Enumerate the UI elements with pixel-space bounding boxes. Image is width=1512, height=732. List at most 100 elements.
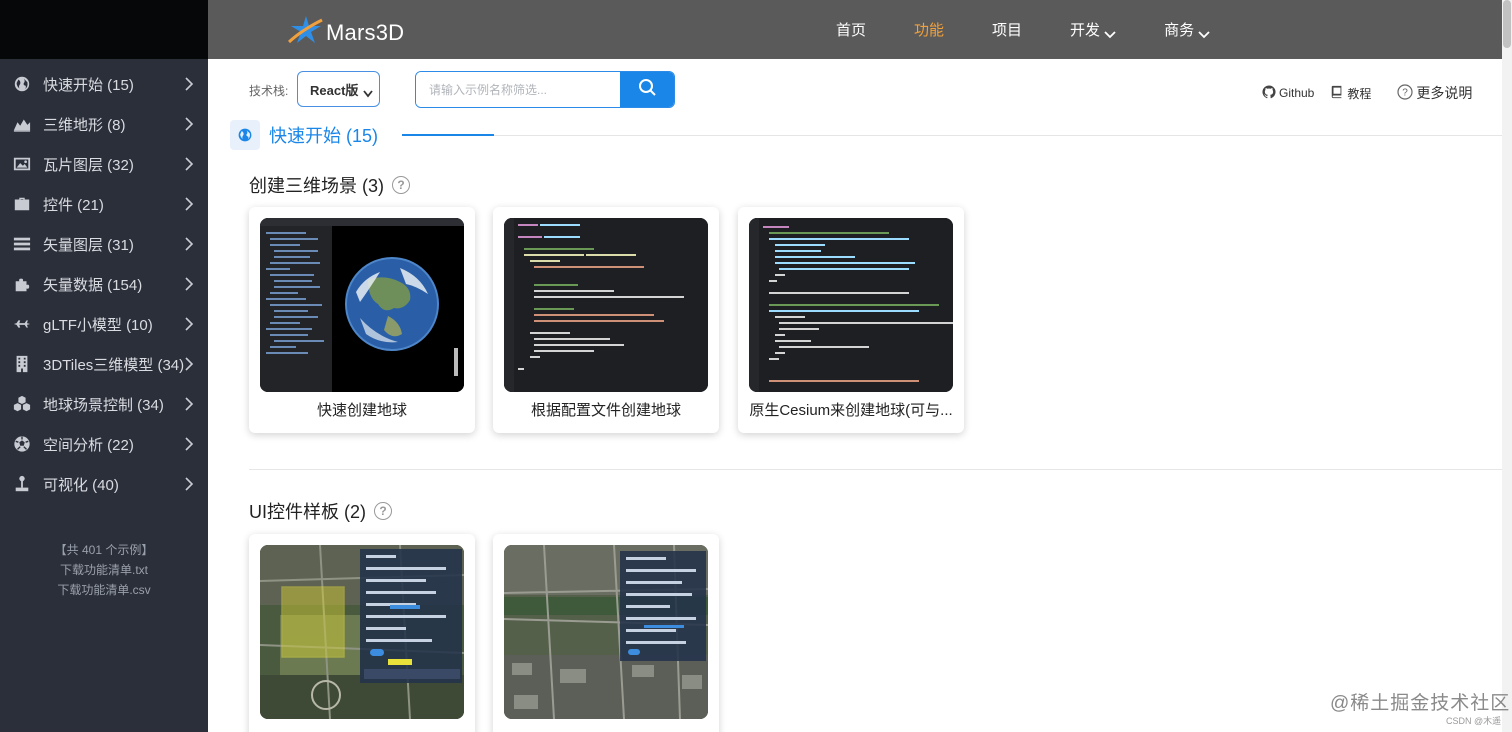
nav-business[interactable]: 商务 [1164,19,1210,40]
main-nav: 首页 功能 项目 开发 商务 [836,0,1258,59]
question-circle-icon: ? [1397,83,1416,103]
tutorial-link[interactable]: 教程 [1330,85,1371,102]
card-label: 根据配置文件创建地球 [530,402,681,419]
example-card[interactable]: 根据配置文件创建地球 [493,207,719,433]
sidebar-item-label: 快速开始 (15) [43,76,134,94]
github-link[interactable]: Github [1262,84,1315,102]
chevron-down-icon [1198,26,1210,38]
map-thumbnail [260,545,464,719]
group-title-text: 创建三维场景 (3) [249,176,384,196]
sidebar-item-terrain[interactable]: 三维地形 (8) [0,104,208,144]
sidebar-item-label: 空间分析 (22) [43,436,134,454]
github-icon [1262,84,1279,102]
chevron-right-icon [182,316,196,332]
group-title: 创建三维场景 (3) ? [249,172,410,198]
sidebar-header [0,0,208,59]
sidebar-item-3dtiles-models[interactable]: 3DTiles三维模型 (34) [0,344,208,384]
download-txt-link[interactable]: 下载功能清单.txt [0,560,208,580]
example-card[interactable] [493,534,719,732]
example-count: 【共 401 个示例】 [54,543,154,557]
nav-label: 功能 [914,22,945,39]
tech-stack-select[interactable]: React版 [297,71,380,107]
code-thumbnail [504,218,708,392]
sidebar-item-label: 三维地形 (8) [43,116,126,134]
tech-stack-label: 技术栈: [249,84,289,98]
watermark-small: CSDN @木遥 [1446,716,1502,726]
scrollbar-thumb[interactable] [1503,0,1511,48]
nav-develop[interactable]: 开发 [1070,19,1116,40]
sidebar-item-label: 可视化 (40) [43,476,119,494]
chevron-right-icon [182,436,196,452]
chevron-right-icon [182,396,196,412]
plane-icon [12,314,32,334]
sidebar-item-label: 矢量图层 (31) [43,236,134,254]
help-icon[interactable]: ? [392,176,410,194]
sidebar-item-label: 3DTiles三维模型 (34) [43,356,185,374]
nav-projects[interactable]: 项目 [992,19,1022,40]
top-links: Github 教程 ? 更多说明 [1262,83,1488,103]
section-title: 快速开始 (15) [230,120,378,150]
example-card[interactable]: 原生Cesium来创建地球(可与... [738,207,964,433]
sidebar-item-label: 控件 (21) [43,196,104,214]
scrollbar-track[interactable] [1502,0,1512,732]
chevron-right-icon [182,236,196,252]
search-button[interactable] [620,72,674,107]
sidebar-item-tile-layers[interactable]: 瓦片图层 (32) [0,144,208,184]
nav-label: 项目 [992,22,1023,39]
chevron-right-icon [182,476,196,492]
sidebar-item-scene-control[interactable]: 地球场景控制 (34) [0,384,208,424]
image-icon [12,154,32,174]
sidebar-item-controls[interactable]: 控件 (21) [0,184,208,224]
search-input[interactable] [416,72,620,107]
sidebar-item-label: gLTF小模型 (10) [43,316,153,334]
card-label: 原生Cesium来创建地球(可与... [749,402,953,419]
book-icon [1330,85,1347,102]
group-title-text: UI控件样板 (2) [249,502,366,522]
chevron-right-icon [182,356,196,372]
sidebar-item-quick-start[interactable]: 快速开始 (15) [0,64,208,104]
example-card[interactable] [249,534,475,732]
sidebar-item-vector-data[interactable]: 矢量数据 (154) [0,264,208,304]
help-icon[interactable]: ? [374,502,392,520]
globe-icon [12,74,32,94]
chevron-right-icon [182,156,196,172]
football-icon [12,434,32,454]
card-label: 快速创建地球 [316,402,407,419]
globe-thumbnail [260,218,464,392]
sidebar-item-vector-layers[interactable]: 矢量图层 (31) [0,224,208,264]
github-label: Github [1279,86,1315,100]
sidebar-item-visualization[interactable]: 可视化 (40) [0,464,208,504]
sidebar-item-label: 矢量数据 (154) [43,276,143,294]
top-header: Mars3D 首页 功能 项目 开发 商务 [208,0,1502,59]
nav-features[interactable]: 功能 [914,19,944,40]
example-card[interactable]: 快速创建地球 [249,207,475,433]
chevron-down-icon [363,86,373,98]
download-csv-link[interactable]: 下载功能清单.csv [0,580,208,600]
joystick-icon [12,474,32,494]
sidebar-item-gltf-models[interactable]: gLTF小模型 (10) [0,304,208,344]
nav-label: 首页 [836,22,867,39]
section-title-text: 快速开始 (15) [269,126,379,146]
chevron-right-icon [182,76,196,92]
tutorial-label: 教程 [1347,86,1372,101]
cubes-icon [12,394,32,414]
section-divider [402,135,1502,136]
watermark: @稀土掘金技术社区 [1330,693,1511,714]
chevron-down-icon [1104,26,1116,38]
layers-icon [12,234,32,254]
tech-stack-value: React版 [310,82,359,98]
logo-text: Mars3D [326,19,405,45]
building-icon [12,354,32,374]
terrain-icon [12,114,32,134]
code-thumbnail [749,218,953,392]
chevron-right-icon [182,276,196,292]
more-info-link[interactable]: ? 更多说明 [1397,83,1472,103]
sidebar-menu: 快速开始 (15) 三维地形 (8) 瓦片图层 (32) 控件 (21) 矢量图… [0,59,208,504]
nav-label: 开发 [1070,22,1101,39]
sidebar-item-spatial-analysis[interactable]: 空间分析 (22) [0,424,208,464]
nav-home[interactable]: 首页 [836,19,866,40]
briefcase-icon [12,194,32,214]
more-info-label: 更多说明 [1416,85,1473,101]
logo[interactable]: Mars3D [287,14,405,51]
search-box [415,71,675,108]
